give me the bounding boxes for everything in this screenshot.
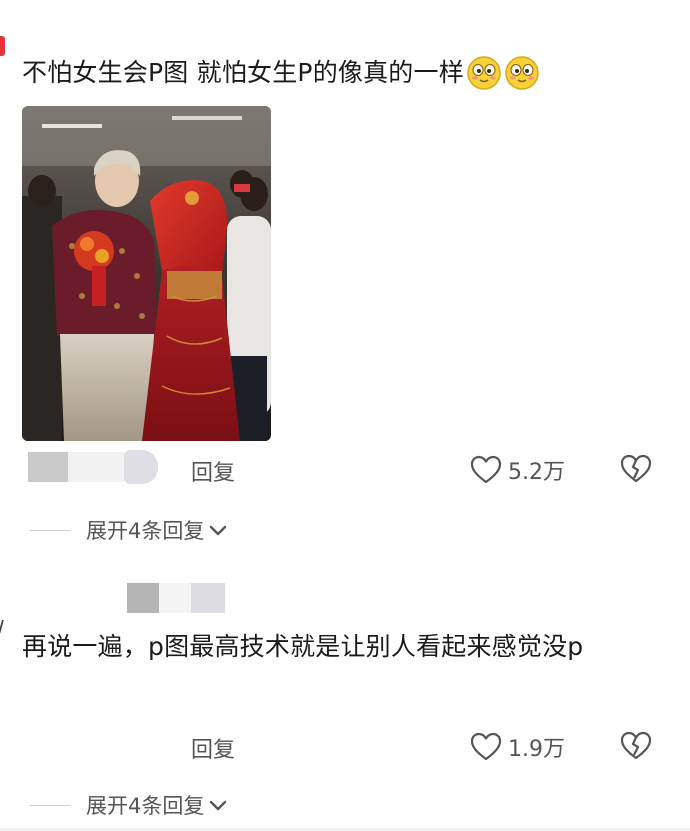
avatar-edge[interactable] bbox=[0, 620, 8, 634]
divider-line bbox=[30, 529, 70, 531]
like-button[interactable]: 1.9万 bbox=[470, 731, 565, 763]
like-count: 5.2万 bbox=[508, 460, 565, 485]
smile-emoji-icon bbox=[467, 56, 501, 90]
username-redacted bbox=[191, 583, 225, 613]
comment-text: 不怕女生会P图 就怕女生P的像真的一样 bbox=[22, 54, 540, 92]
comment-image[interactable] bbox=[22, 106, 271, 441]
broken-heart-icon[interactable] bbox=[620, 454, 652, 484]
like-button[interactable]: 5.2万 bbox=[470, 454, 565, 486]
comment-body: 再说一遍，p图最高技术就是让别人看起来感觉没p bbox=[22, 632, 584, 661]
username-redacted bbox=[124, 450, 158, 484]
expand-replies-label: 展开4条回复 bbox=[86, 794, 205, 818]
chevron-down-icon bbox=[210, 525, 227, 536]
avatar-edge[interactable] bbox=[0, 36, 5, 56]
reply-button[interactable]: 回复 bbox=[191, 732, 235, 764]
divider-line bbox=[30, 804, 70, 806]
chevron-down-icon bbox=[210, 800, 227, 811]
like-count: 1.9万 bbox=[508, 737, 565, 762]
comment-text: 再说一遍，p图最高技术就是让别人看起来感觉没p bbox=[22, 628, 662, 666]
reply-button[interactable]: 回复 bbox=[191, 455, 235, 487]
smile-emoji-icon bbox=[505, 56, 539, 90]
username-redacted bbox=[159, 583, 191, 613]
expand-replies-label: 展开4条回复 bbox=[86, 519, 205, 543]
expand-replies-button[interactable]: 展开4条回复 bbox=[30, 790, 228, 820]
wedding-photo bbox=[22, 106, 271, 441]
heart-outline-icon bbox=[470, 455, 502, 484]
comment-body: 不怕女生会P图 就怕女生P的像真的一样 bbox=[22, 58, 464, 87]
username-redacted bbox=[28, 452, 68, 482]
username-redacted bbox=[127, 583, 159, 613]
heart-outline-icon bbox=[470, 732, 502, 761]
username-redacted bbox=[68, 452, 124, 482]
broken-heart-icon[interactable] bbox=[620, 731, 652, 761]
expand-replies-button[interactable]: 展开4条回复 bbox=[30, 515, 228, 545]
